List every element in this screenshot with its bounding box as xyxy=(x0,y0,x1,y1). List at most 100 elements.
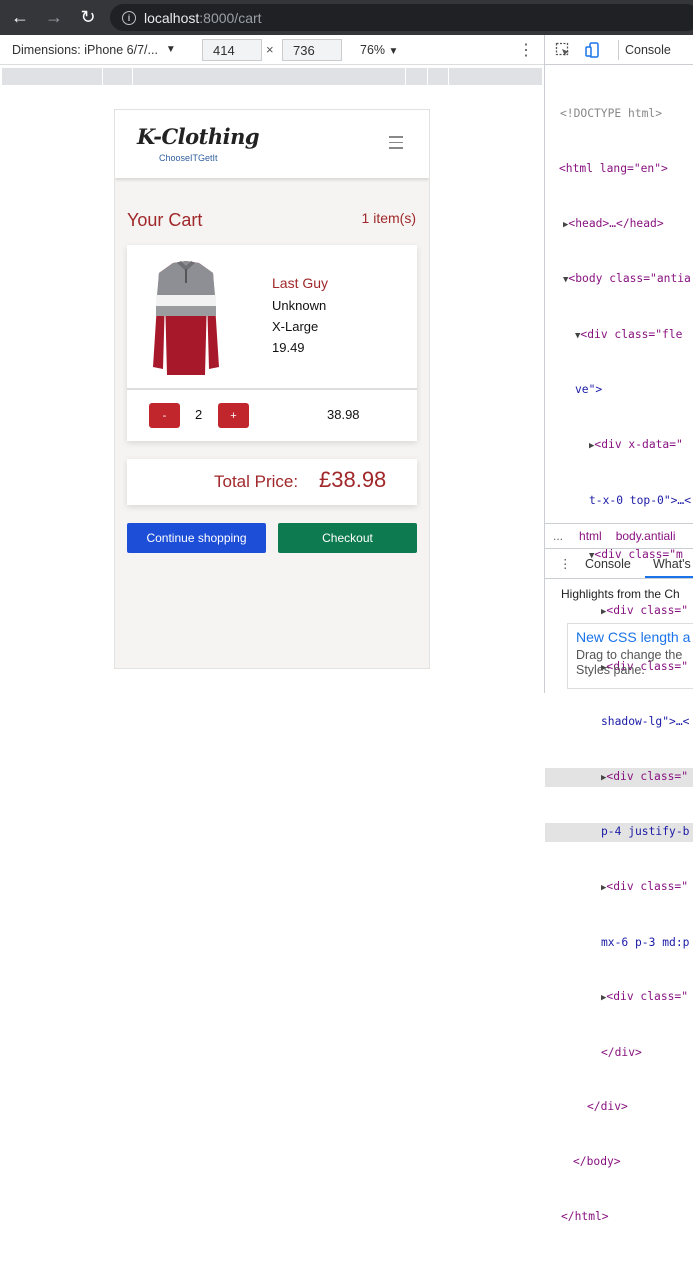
drawer-menu-icon[interactable]: ⋮ xyxy=(559,556,572,571)
devtools-toolbar: Console xyxy=(545,35,693,65)
url-text: localhost:8000/cart xyxy=(144,10,262,26)
device-toolbar: Dimensions: iPhone 6/7/... ▼ 414 × 736 7… xyxy=(0,35,544,65)
height-input[interactable]: 736 xyxy=(282,39,342,61)
inspect-element-icon[interactable] xyxy=(555,42,571,58)
product-image[interactable] xyxy=(151,257,221,377)
checkout-button[interactable]: Checkout xyxy=(278,523,417,553)
device-toggle-icon[interactable] xyxy=(585,42,601,58)
site-tagline: ChooseITGetIt xyxy=(159,153,218,163)
card-title[interactable]: New CSS length a xyxy=(576,629,693,645)
item-unit-price: 19.49 xyxy=(272,340,305,355)
dom-line[interactable]: <html lang="en"> xyxy=(545,160,693,178)
dom-line[interactable]: ▶<div class=" xyxy=(545,988,693,1007)
dom-line-text: <div class=" xyxy=(606,990,689,1004)
increase-quantity-button[interactable]: + xyxy=(218,403,249,428)
device-dropdown-icon[interactable]: ▼ xyxy=(166,44,176,55)
drawer-tabs: ⋮ Console What's xyxy=(545,549,693,579)
media-query-ruler[interactable] xyxy=(2,68,542,85)
device-select[interactable]: Dimensions: iPhone 6/7/... xyxy=(12,43,158,57)
dom-line-text: </div> xyxy=(601,1045,642,1059)
dom-line-text: <!DOCTYPE html> xyxy=(560,107,663,121)
dom-line-text: </html> xyxy=(561,1209,609,1223)
dom-line[interactable]: ▼<div class="fle xyxy=(545,326,693,345)
zoom-select[interactable]: 76% ▼ xyxy=(360,43,398,57)
drawer-tab-whats-new[interactable]: What's xyxy=(653,557,691,571)
dom-line-text: <div x-data=" xyxy=(594,438,683,452)
cart-title: Your Cart xyxy=(127,210,203,230)
dom-line-text: <body class="antia xyxy=(568,272,691,286)
times-sign: × xyxy=(266,42,274,57)
dom-line[interactable]: </body> xyxy=(545,1153,693,1171)
ruler-segment[interactable] xyxy=(427,68,428,85)
devtools-panel: Console <!DOCTYPE html> <html lang="en">… xyxy=(544,35,693,1223)
dom-line-text: <div class=" xyxy=(606,603,689,617)
emulated-page: K-Clothing ChooseITGetIt Your Cart 1 ite… xyxy=(114,109,430,669)
ruler-segment[interactable] xyxy=(405,68,406,85)
item-size: X-Large xyxy=(272,319,319,334)
ruler-segment[interactable] xyxy=(132,68,133,85)
dom-line[interactable]: ▶<div class=" xyxy=(545,878,693,897)
dom-line[interactable]: ▼<body class="antia xyxy=(545,270,693,289)
site-header: K-Clothing ChooseITGetIt xyxy=(115,110,429,178)
dom-line-text: shadow-lg">…< xyxy=(601,715,690,729)
info-icon[interactable]: i xyxy=(122,10,136,25)
dom-line[interactable]: </div> xyxy=(545,1044,693,1062)
dom-line-text: <div class=" xyxy=(606,769,689,783)
dom-line-text: t-x-0 top-0">…< xyxy=(589,493,692,507)
toolbar-divider xyxy=(618,40,619,60)
line-total: 38.98 xyxy=(327,407,360,422)
dom-line[interactable]: ▶<div x-data=" xyxy=(545,436,693,455)
breadcrumb: ... html body.antiali xyxy=(545,523,693,549)
dom-line[interactable]: shadow-lg">…< xyxy=(545,713,693,731)
dom-line[interactable]: </div> xyxy=(545,1098,693,1116)
browser-toolbar: ← → ↻ i localhost:8000/cart xyxy=(0,0,693,35)
cart-item-count: 1 item(s) xyxy=(361,210,416,226)
total-price-label: Total Price: xyxy=(214,472,299,491)
dom-line[interactable]: ve"> xyxy=(545,381,693,399)
dom-line[interactable]: mx-6 p-3 md:p xyxy=(545,934,693,952)
back-arrow-icon[interactable]: ← xyxy=(10,7,30,28)
continue-shopping-button[interactable]: Continue shopping xyxy=(127,523,266,553)
ruler-segment[interactable] xyxy=(448,68,449,85)
site-logo[interactable]: K-Clothing xyxy=(137,124,260,149)
url-path: :8000/cart xyxy=(199,9,262,26)
address-bar[interactable]: i localhost:8000/cart xyxy=(110,4,693,31)
more-options-icon[interactable]: ⋮ xyxy=(518,40,534,60)
dom-line[interactable]: <!DOCTYPE html> xyxy=(545,105,693,123)
breadcrumb-ellipsis[interactable]: ... xyxy=(553,529,563,543)
total-price-card: Total Price: £38.98 xyxy=(127,459,417,505)
ruler-segment[interactable] xyxy=(102,68,103,85)
breadcrumb-body[interactable]: body.antiali xyxy=(616,529,676,543)
dom-line-text: mx-6 p-3 md:p xyxy=(601,935,690,949)
dom-line-text: <div class="fle xyxy=(580,327,683,341)
cart-item-details: Last Guy Unknown X-Large 19.49 xyxy=(127,245,417,390)
dom-line[interactable]: ▶<div class=" xyxy=(545,602,693,621)
zoom-value: 76% xyxy=(360,43,386,57)
dom-line-text: <html lang="en"> xyxy=(559,162,668,176)
decrease-quantity-button[interactable]: - xyxy=(149,403,180,428)
dom-line-text: p-4 justify-b xyxy=(601,825,690,839)
quantity-row: - 2 + 38.98 xyxy=(127,390,417,439)
tab-console[interactable]: Console xyxy=(625,43,671,57)
dom-line-text: </div> xyxy=(587,1100,628,1114)
dom-line-text: <head>…</head> xyxy=(568,216,664,230)
forward-arrow-icon[interactable]: → xyxy=(44,7,64,28)
dom-line-selected[interactable]: p-4 justify-b xyxy=(545,823,693,842)
zoom-dropdown-icon: ▼ xyxy=(388,46,399,57)
dom-line-text: <div class=" xyxy=(606,879,689,893)
dom-line[interactable]: t-x-0 top-0">…< xyxy=(545,492,693,510)
total-price-value: £38.98 xyxy=(319,467,387,492)
reload-icon[interactable]: ↻ xyxy=(78,7,98,28)
dom-line-text: </body> xyxy=(573,1154,621,1168)
whats-new-card[interactable]: New CSS length a Drag to change the Styl… xyxy=(567,623,693,689)
width-input[interactable]: 414 xyxy=(202,39,262,61)
hamburger-menu-icon[interactable] xyxy=(389,136,403,153)
dom-line[interactable]: ▶<head>…</head> xyxy=(545,215,693,234)
item-name[interactable]: Last Guy xyxy=(272,275,328,291)
drawer-tab-console[interactable]: Console xyxy=(585,557,631,571)
url-host: localhost xyxy=(144,9,200,26)
dom-line-selected[interactable]: ▶<div class=" xyxy=(545,767,693,787)
dom-line[interactable]: </html> xyxy=(545,1208,693,1226)
item-brand: Unknown xyxy=(272,298,327,313)
breadcrumb-html[interactable]: html xyxy=(579,529,602,543)
